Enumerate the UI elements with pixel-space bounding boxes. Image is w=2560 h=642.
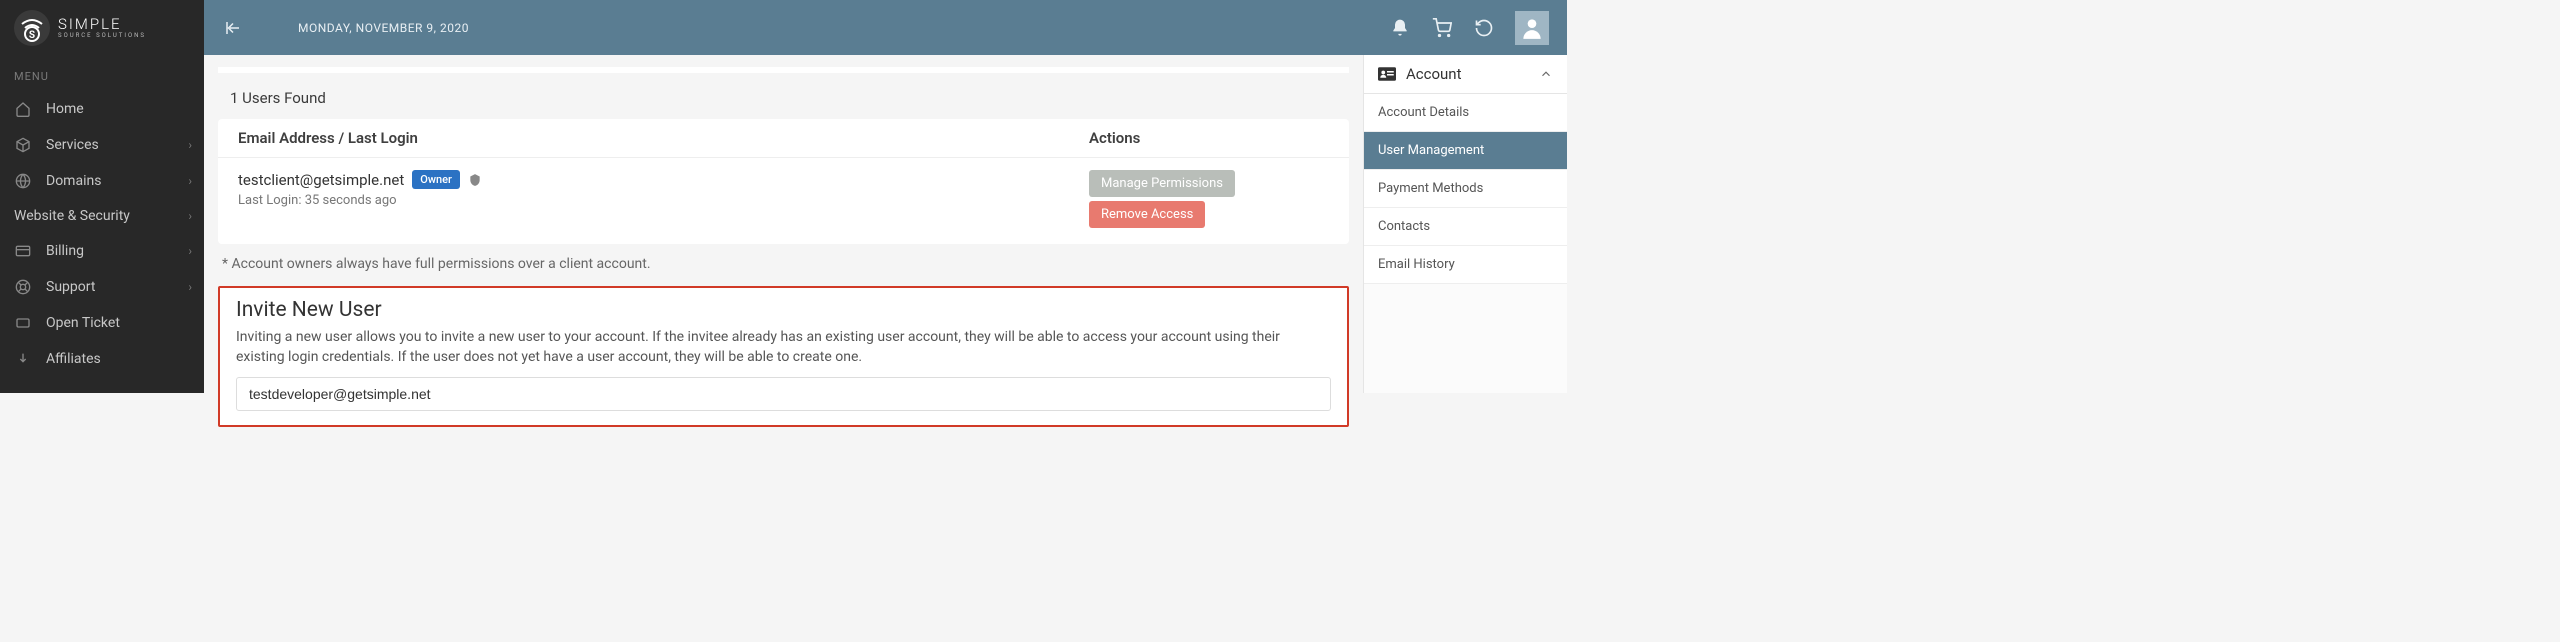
brand-logo-icon: S — [14, 10, 50, 46]
panel-payment-methods[interactable]: Payment Methods — [1364, 170, 1567, 208]
nav-affiliates[interactable]: Affiliates — [0, 341, 204, 377]
panel-contacts[interactable]: Contacts — [1364, 208, 1567, 246]
nav-billing-label: Billing — [46, 243, 84, 259]
users-found-count: 1 Users Found — [218, 73, 1349, 119]
nav-billing[interactable]: Billing › — [0, 233, 204, 269]
invite-email-input[interactable] — [236, 377, 1331, 411]
shield-icon — [468, 173, 482, 187]
user-avatar[interactable] — [1515, 11, 1549, 45]
id-card-icon — [1378, 67, 1396, 81]
nav-website-security[interactable]: Website & Security › — [0, 199, 204, 233]
collapse-sidebar-button[interactable] — [222, 17, 244, 39]
nav-open-ticket[interactable]: Open Ticket — [0, 305, 204, 341]
chevron-right-icon: › — [188, 280, 192, 294]
invite-description: Inviting a new user allows you to invite… — [236, 328, 1331, 367]
undo-icon[interactable] — [1473, 17, 1495, 39]
brand-logo[interactable]: S SIMPLE SOURCE SOLUTIONS — [0, 0, 204, 56]
account-panel: Account Account Details User Management … — [1363, 55, 1567, 393]
user-last-login: Last Login: 35 seconds ago — [238, 193, 1089, 208]
topbar: MONDAY, NOVEMBER 9, 2020 — [204, 0, 1567, 55]
lifebuoy-icon — [14, 278, 32, 296]
chevron-right-icon: › — [188, 244, 192, 258]
cube-icon — [14, 136, 32, 154]
nav-website-security-label: Website & Security — [14, 208, 130, 224]
manage-permissions-button[interactable]: Manage Permissions — [1089, 170, 1235, 197]
account-panel-header[interactable]: Account — [1364, 55, 1567, 94]
panel-account-details[interactable]: Account Details — [1364, 94, 1567, 132]
nav-services-label: Services — [46, 137, 99, 153]
col-email-header: Email Address / Last Login — [238, 129, 1089, 147]
remove-access-button[interactable]: Remove Access — [1089, 201, 1205, 228]
nav-support[interactable]: Support › — [0, 269, 204, 305]
bell-icon[interactable] — [1389, 17, 1411, 39]
nav-domains-label: Domains — [46, 173, 101, 189]
svg-text:S: S — [29, 30, 35, 41]
account-panel-title: Account — [1406, 65, 1462, 83]
chevron-up-icon — [1539, 67, 1553, 81]
ticket-icon — [14, 314, 32, 332]
user-email: testclient@getsimple.net — [238, 171, 404, 189]
users-table-header: Email Address / Last Login Actions — [218, 119, 1349, 157]
nav-support-label: Support — [46, 279, 95, 295]
chevron-right-icon: › — [188, 138, 192, 152]
sidebar: S SIMPLE SOURCE SOLUTIONS MENU Home Serv… — [0, 0, 204, 393]
invite-title: Invite New User — [236, 298, 1331, 322]
nav-services[interactable]: Services › — [0, 127, 204, 163]
nav-home-label: Home — [46, 101, 84, 117]
invite-new-user-box: Invite New User Inviting a new user allo… — [218, 286, 1349, 427]
topbar-date: MONDAY, NOVEMBER 9, 2020 — [298, 21, 469, 35]
nav-domains[interactable]: Domains › — [0, 163, 204, 199]
globe-icon — [14, 172, 32, 190]
nav-open-ticket-label: Open Ticket — [46, 315, 120, 331]
panel-email-history[interactable]: Email History — [1364, 246, 1567, 284]
home-icon — [14, 100, 32, 118]
nav-home[interactable]: Home — [0, 91, 204, 127]
panel-user-management[interactable]: User Management — [1364, 132, 1567, 170]
nav-affiliates-label: Affiliates — [46, 351, 101, 367]
brand-subtitle: SOURCE SOLUTIONS — [58, 32, 146, 39]
cart-icon[interactable] — [1431, 17, 1453, 39]
chevron-right-icon: › — [188, 174, 192, 188]
col-actions-header: Actions — [1089, 129, 1329, 147]
owner-badge: Owner — [412, 170, 460, 189]
user-row: testclient@getsimple.net Owner Last Logi… — [218, 157, 1349, 244]
brand-name: SIMPLE — [58, 17, 146, 32]
card-icon — [14, 242, 32, 260]
menu-heading: MENU — [0, 56, 204, 91]
chevron-right-icon: › — [188, 209, 192, 223]
handshake-icon — [14, 350, 32, 368]
owners-footnote: * Account owners always have full permis… — [218, 244, 1349, 286]
